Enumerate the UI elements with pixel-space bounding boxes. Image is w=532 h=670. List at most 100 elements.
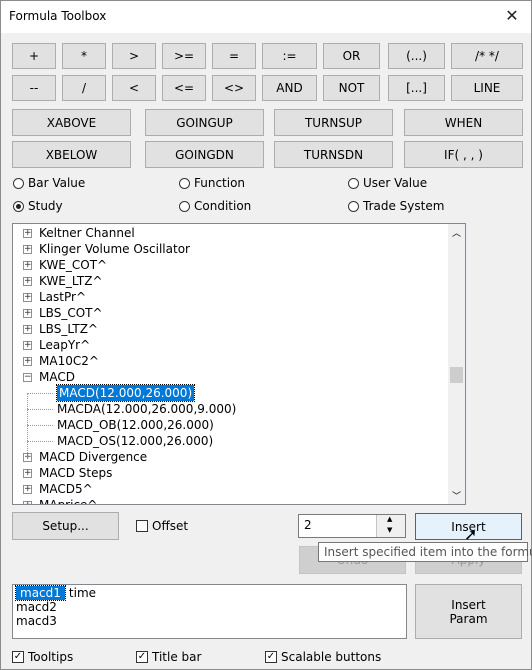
tree-item[interactable]: + MA10C2^	[13, 353, 449, 369]
tree-item[interactable]: MACD(12.000,26.000)	[13, 384, 449, 402]
tree-item-label: LBS_COT^	[39, 306, 103, 320]
tree-item[interactable]: MACD_OS(12.000,26.000)	[13, 433, 449, 449]
operator-button[interactable]: +	[12, 43, 56, 69]
expand-icon[interactable]: +	[23, 277, 32, 286]
function-button[interactable]: WHEN	[404, 109, 523, 136]
tree-scrollbar[interactable]: ︿ ﹀	[448, 224, 465, 504]
option-label: Scalable buttons	[281, 650, 382, 664]
function-button[interactable]: IF( , , )	[404, 141, 523, 168]
tree-item[interactable]: MACDA(12.000,26.000,9.000)	[13, 401, 449, 417]
operator-button[interactable]: =	[212, 43, 256, 69]
operator-button[interactable]: --	[12, 75, 56, 101]
operator-button[interactable]: NOT	[323, 75, 380, 101]
radio-dot[interactable]	[179, 177, 190, 189]
function-button[interactable]: GOINGUP	[145, 109, 264, 136]
function-button[interactable]: XBELOW	[12, 141, 131, 168]
operator-button[interactable]: :=	[262, 43, 317, 69]
param-row[interactable]: macd3	[16, 614, 57, 628]
tree-item[interactable]: + Klinger Volume Oscillator	[13, 241, 449, 257]
expand-icon[interactable]: +	[23, 309, 32, 318]
close-icon[interactable]: ✕	[501, 5, 523, 27]
expand-icon[interactable]: +	[23, 325, 32, 334]
function-button[interactable]: XABOVE	[12, 109, 131, 136]
tree-item[interactable]: + LBS_LTZ^	[13, 321, 449, 337]
param-desc: time	[68, 586, 97, 600]
option-checkbox[interactable]: ✓ Title bar	[136, 650, 201, 664]
expand-icon[interactable]: +	[23, 229, 32, 238]
offset-spinner[interactable]: 2 ▲ ▼	[298, 514, 406, 538]
operator-button[interactable]: AND	[262, 75, 317, 101]
expand-icon[interactable]: +	[23, 501, 32, 504]
param-row[interactable]: macd1 time	[15, 585, 97, 601]
operator-button[interactable]: >=	[162, 43, 206, 69]
function-button[interactable]: GOINGDN	[145, 141, 264, 168]
window-title: Formula Toolbox	[9, 9, 107, 23]
function-button[interactable]: TURNSDN	[274, 141, 393, 168]
param-list[interactable]: macd1 time macd2 macd3	[12, 584, 407, 639]
radio-dot[interactable]	[13, 200, 24, 212]
spinner-value[interactable]: 2	[304, 518, 312, 532]
item-type-radio[interactable]: Condition	[179, 199, 251, 213]
offset-checkbox[interactable]: Offset	[136, 519, 188, 533]
spin-up-icon[interactable]: ▲	[387, 515, 392, 523]
operator-button[interactable]: /	[62, 75, 106, 101]
operator-button[interactable]: [...]	[388, 75, 445, 101]
check-icon[interactable]: ✓	[136, 651, 148, 663]
radio-dot[interactable]	[179, 200, 190, 212]
tree-item[interactable]: + KWE_COT^	[13, 257, 449, 273]
study-tree[interactable]: + Keltner Channel + Klinger Volume Oscillat…	[12, 223, 466, 505]
expand-icon[interactable]: +	[23, 341, 32, 350]
tree-item[interactable]: + MACD Steps	[13, 465, 449, 481]
tree-item[interactable]: + LBS_COT^	[13, 305, 449, 321]
item-type-radio[interactable]: Study	[13, 199, 63, 213]
item-type-radio[interactable]: Function	[179, 176, 245, 190]
expand-icon[interactable]: +	[23, 469, 32, 478]
expand-icon[interactable]: +	[23, 293, 32, 302]
radio-dot[interactable]	[13, 177, 24, 189]
radio-dot[interactable]	[348, 177, 359, 189]
scroll-thumb[interactable]	[450, 366, 463, 383]
check-icon[interactable]: ✓	[265, 651, 277, 663]
tree-item[interactable]: + LeapYr^	[13, 337, 449, 353]
tree-item[interactable]: + MACD Divergence	[13, 449, 449, 465]
radio-dot[interactable]	[348, 200, 359, 212]
item-type-radio[interactable]: Bar Value	[13, 176, 85, 190]
operator-button[interactable]: >	[112, 43, 156, 69]
param-row[interactable]: macd2	[16, 600, 57, 614]
operator-button[interactable]: <	[112, 75, 156, 101]
tree-item[interactable]: MACD_OB(12.000,26.000)	[13, 417, 449, 433]
tree-item[interactable]: + LastPr^	[13, 289, 449, 305]
tree-connector	[27, 425, 53, 426]
item-type-radio[interactable]: Trade System	[348, 199, 444, 213]
insert-param-button[interactable]: Insert Param	[415, 584, 522, 639]
operator-button[interactable]: <=	[162, 75, 206, 101]
function-button[interactable]: TURNSUP	[274, 109, 393, 136]
operator-button[interactable]: LINE	[451, 75, 523, 101]
tree-item[interactable]: + MAprice^	[13, 497, 449, 504]
operator-button[interactable]: /* */	[451, 43, 523, 69]
setup-button[interactable]: Setup...	[12, 512, 119, 540]
scroll-up-icon[interactable]: ︿	[452, 226, 461, 239]
operator-button[interactable]: *	[62, 43, 106, 69]
tree-item[interactable]: − MACD	[13, 369, 449, 385]
tree-item[interactable]: + KWE_LTZ^	[13, 273, 449, 289]
operator-button[interactable]: (...)	[388, 43, 445, 69]
check-icon[interactable]: ✓	[12, 651, 24, 663]
expand-icon[interactable]: +	[23, 485, 32, 494]
offset-check-box[interactable]	[136, 520, 148, 532]
operator-button[interactable]: OR	[323, 43, 380, 69]
collapse-icon[interactable]: −	[23, 373, 32, 382]
spin-down-icon[interactable]: ▼	[387, 526, 392, 534]
expand-icon[interactable]: +	[23, 245, 32, 254]
radio-label: User Value	[363, 176, 428, 190]
radio-label: Trade System	[363, 199, 445, 213]
option-checkbox[interactable]: ✓ Tooltips	[12, 650, 73, 664]
scroll-down-icon[interactable]: ﹀	[452, 489, 461, 502]
expand-icon[interactable]: +	[23, 261, 32, 270]
item-type-radio[interactable]: User Value	[348, 176, 427, 190]
operator-button[interactable]: <>	[212, 75, 256, 101]
tree-item[interactable]: + MACD5^	[13, 481, 449, 497]
tree-item[interactable]: + Keltner Channel	[13, 225, 449, 241]
option-checkbox[interactable]: ✓ Scalable buttons	[265, 650, 381, 664]
expand-icon[interactable]: +	[23, 357, 32, 366]
